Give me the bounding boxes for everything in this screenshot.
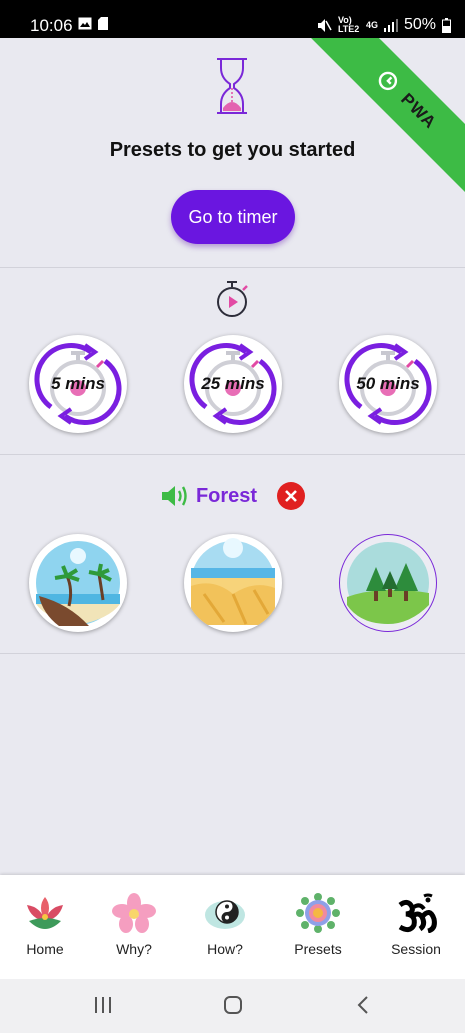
nav-label: Home bbox=[26, 941, 64, 957]
preset-50-mins[interactable]: 50 mins bbox=[339, 335, 437, 433]
nav-label: Session bbox=[391, 941, 441, 957]
sound-selection: Forest bbox=[0, 482, 465, 510]
status-time: 10:06 bbox=[30, 16, 73, 35]
divider bbox=[0, 653, 465, 654]
stopwatch-icon[interactable] bbox=[215, 280, 251, 320]
sd-card-icon bbox=[98, 17, 108, 30]
preset-label: 50 mins bbox=[356, 374, 420, 393]
flower-icon bbox=[112, 893, 156, 933]
nav-session[interactable]: Session bbox=[371, 893, 461, 957]
preset-label: 5 mins bbox=[51, 374, 105, 393]
back-icon[interactable] bbox=[355, 995, 371, 1015]
clear-sound-button[interactable] bbox=[277, 482, 306, 510]
nav-label: Presets bbox=[294, 941, 342, 957]
signal-icon bbox=[383, 19, 398, 32]
network-type: 4G bbox=[365, 19, 378, 30]
mandala-icon bbox=[296, 893, 340, 933]
page-title: Presets to get you started bbox=[109, 139, 356, 161]
desert-scene-button[interactable] bbox=[184, 534, 282, 632]
divider bbox=[0, 267, 465, 268]
clock-icon bbox=[378, 71, 398, 91]
speaker-icon[interactable] bbox=[160, 483, 190, 509]
nav-presets[interactable]: Presets bbox=[273, 893, 363, 957]
volte-indicator: Vo) LTE2 bbox=[337, 15, 360, 34]
bottom-navigation: Home Why? How? Presets Session bbox=[0, 875, 465, 979]
preset-5-mins[interactable]: 5 mins bbox=[29, 335, 127, 433]
home-icon[interactable] bbox=[223, 995, 243, 1015]
recent-apps-icon[interactable] bbox=[94, 996, 112, 1014]
om-icon bbox=[398, 893, 437, 934]
nav-how[interactable]: How? bbox=[180, 893, 270, 957]
forest-scene-button[interactable] bbox=[339, 534, 437, 632]
status-bar: 10:06 Vo) LTE2 4G 50% bbox=[0, 0, 465, 38]
selected-sound-name: Forest bbox=[195, 484, 258, 507]
forest-scene-icon bbox=[347, 542, 429, 624]
system-navigation-bar bbox=[0, 979, 465, 1033]
app-content: PWA Presets to get you started Go to tim… bbox=[0, 38, 465, 875]
nav-home[interactable]: Home bbox=[0, 893, 90, 957]
nav-label: Why? bbox=[116, 941, 152, 957]
close-icon bbox=[285, 490, 297, 502]
battery-percent: 50% bbox=[403, 16, 436, 33]
pwa-ribbon[interactable]: PWA bbox=[305, 38, 465, 202]
preset-25-mins[interactable]: 25 mins bbox=[184, 335, 282, 433]
yin-yang-icon bbox=[205, 900, 245, 929]
divider bbox=[0, 454, 465, 455]
lotus-icon bbox=[27, 897, 63, 929]
preset-label: 25 mins bbox=[201, 374, 265, 393]
battery-icon bbox=[442, 17, 451, 33]
go-to-timer-button[interactable]: Go to timer bbox=[171, 190, 295, 244]
nav-why[interactable]: Why? bbox=[89, 893, 179, 957]
beach-scene-button[interactable] bbox=[29, 534, 127, 632]
nav-label: How? bbox=[207, 941, 243, 957]
hourglass-icon bbox=[217, 58, 247, 114]
mute-icon bbox=[317, 18, 332, 32]
desert-scene-icon bbox=[191, 538, 275, 625]
gallery-icon bbox=[78, 17, 92, 30]
beach-scene-icon bbox=[36, 541, 120, 626]
pwa-label: PWA bbox=[397, 89, 441, 133]
